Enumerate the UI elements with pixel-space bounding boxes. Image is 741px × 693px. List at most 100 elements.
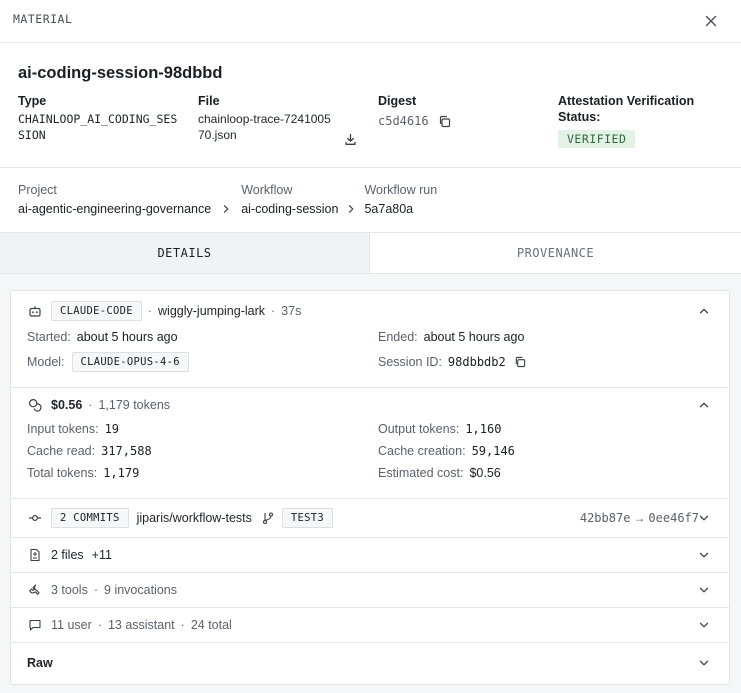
download-icon <box>344 133 356 145</box>
tools-invocations: 9 invocations <box>104 583 177 597</box>
raw-header: Raw <box>27 653 715 673</box>
input-tokens-value: 19 <box>104 422 120 436</box>
file-field: File chainloop-trace-724100570.json <box>198 93 363 147</box>
breadcrumb: Project ai-agentic-engineering-governanc… <box>18 182 437 217</box>
commit-icon <box>27 510 43 526</box>
breadcrumb-project: Project ai-agentic-engineering-governanc… <box>18 182 211 217</box>
attestation-label: Attestation Verification Status: <box>558 94 695 124</box>
messages-section[interactable]: 11 user · 13 assistant · 24 total <box>11 608 729 643</box>
run-label: Workflow run <box>364 183 438 197</box>
branch-tag: TEST3 <box>281 508 334 528</box>
verified-badge: VERIFIED <box>558 130 636 148</box>
session-duration: 37s <box>281 304 302 318</box>
workflow-label: Workflow <box>241 183 293 197</box>
commits-header: 2 COMMITS jiparis/workflow-tests TEST3 4… <box>27 508 715 528</box>
divider <box>0 167 741 168</box>
cache-read-value: 317,588 <box>101 444 152 458</box>
session-section: CLAUDE-CODE · wiggly-jumping-lark · 37s … <box>11 291 729 388</box>
digest-label: Digest <box>378 94 417 108</box>
estimated-cost-value: $0.56 <box>469 466 501 480</box>
input-tokens-row: Input tokens: 19 <box>27 420 119 438</box>
started-value: about 5 hours ago <box>76 330 178 344</box>
breadcrumb-run: Workflow run 5a7a80a <box>364 182 437 217</box>
close-icon <box>705 15 717 27</box>
tab-provenance[interactable]: PROVENANCE <box>370 233 741 273</box>
cache-read-label: Cache read: <box>27 444 96 458</box>
started-label: Started: <box>27 330 71 344</box>
cost-total: $0.56 <box>51 398 83 412</box>
commits-count-tag: 2 COMMITS <box>51 508 129 528</box>
copy-session-id-button[interactable] <box>512 354 528 370</box>
messages-user: 11 user <box>51 618 92 632</box>
messages-header: 11 user · 13 assistant · 24 total <box>27 615 715 635</box>
chevron-down-icon[interactable] <box>697 618 711 632</box>
panel-header: MATERIAL <box>0 0 741 43</box>
raw-section[interactable]: Raw <box>11 643 729 684</box>
copy-icon <box>515 356 525 368</box>
coins-icon <box>27 397 43 413</box>
total-tokens-value: 1,179 <box>103 466 140 480</box>
chevron-right-icon <box>211 201 241 217</box>
wrench-icon <box>27 582 43 598</box>
chevron-down-icon[interactable] <box>697 583 711 597</box>
chevron-right-icon <box>338 201 364 217</box>
ended-label: Ended: <box>378 330 418 344</box>
project-link[interactable]: ai-agentic-engineering-governance <box>18 201 211 217</box>
details-pane: CLAUDE-CODE · wiggly-jumping-lark · 37s … <box>0 274 741 693</box>
chevron-down-icon[interactable] <box>697 511 711 525</box>
panel-kicker: MATERIAL <box>13 12 73 26</box>
attestation-field: Attestation Verification Status: VERIFIE… <box>558 93 728 148</box>
output-tokens-row: Output tokens: 1,160 <box>378 420 501 438</box>
tools-section[interactable]: 3 tools · 9 invocations <box>11 573 729 608</box>
session-id-row: Session ID: 98dbbdb2 <box>378 353 528 371</box>
project-label: Project <box>18 183 57 197</box>
cost-section: $0.56 · 1,179 tokens Input tokens: 19 Ou… <box>11 388 729 499</box>
output-tokens-value: 1,160 <box>465 422 502 436</box>
cache-read-row: Cache read: 317,588 <box>27 442 152 460</box>
chevron-down-icon[interactable] <box>697 656 711 670</box>
ended-value: about 5 hours ago <box>423 330 525 344</box>
files-header: 2 files +11 <box>27 545 715 565</box>
chevron-up-icon[interactable] <box>697 304 711 318</box>
estimated-cost-label: Estimated cost: <box>378 466 464 480</box>
download-button[interactable] <box>342 131 358 147</box>
copy-icon <box>439 115 451 127</box>
total-tokens-row: Total tokens: 1,179 <box>27 464 139 482</box>
ended-row: Ended: about 5 hours ago <box>378 328 524 346</box>
workflow-link[interactable]: ai-coding-session <box>241 201 338 217</box>
model-tag: CLAUDE-OPUS-4-6 <box>71 352 189 372</box>
breadcrumb-workflow: Workflow ai-coding-session <box>241 182 338 217</box>
close-button[interactable] <box>699 9 723 33</box>
model-label: Model: <box>27 355 65 369</box>
cost-header[interactable]: $0.56 · 1,179 tokens <box>27 395 715 415</box>
tools-summary: 3 tools <box>51 583 88 597</box>
git-branch-icon <box>260 510 276 526</box>
commits-section[interactable]: 2 COMMITS jiparis/workflow-tests TEST3 4… <box>11 499 729 538</box>
tab-details[interactable]: DETAILS <box>0 233 370 273</box>
type-field: Type CHAINLOOP_AI_CODING_SESSION <box>18 93 183 143</box>
session-id-label: Session ID: <box>378 355 442 369</box>
output-tokens-label: Output tokens: <box>378 422 460 436</box>
copy-digest-button[interactable] <box>437 113 453 129</box>
tokens-summary: 1,179 tokens <box>98 398 171 412</box>
files-count: 2 files <box>51 548 84 562</box>
messages-assistant: 13 assistant <box>107 618 175 632</box>
model-row: Model: CLAUDE-OPUS-4-6 <box>27 351 189 373</box>
chevron-up-icon[interactable] <box>697 398 711 412</box>
commit-arrow: → <box>633 511 646 525</box>
files-section[interactable]: 2 files +11 <box>11 538 729 573</box>
total-tokens-label: Total tokens: <box>27 466 98 480</box>
type-label: Type <box>18 94 47 108</box>
session-header[interactable]: CLAUDE-CODE · wiggly-jumping-lark · 37s <box>27 301 715 321</box>
file-label: File <box>198 94 220 108</box>
run-link[interactable]: 5a7a80a <box>364 201 437 217</box>
chevron-down-icon[interactable] <box>697 548 711 562</box>
cache-creation-label: Cache creation: <box>378 444 466 458</box>
commit-from: 42bb87e <box>579 511 631 525</box>
repo-name: jiparis/workflow-tests <box>136 511 252 525</box>
file-diff-icon <box>27 547 43 563</box>
robot-icon <box>27 303 43 319</box>
agent-tag: CLAUDE-CODE <box>51 301 142 321</box>
input-tokens-label: Input tokens: <box>27 422 99 436</box>
file-value: chainloop-trace-724100570.json <box>198 112 331 142</box>
